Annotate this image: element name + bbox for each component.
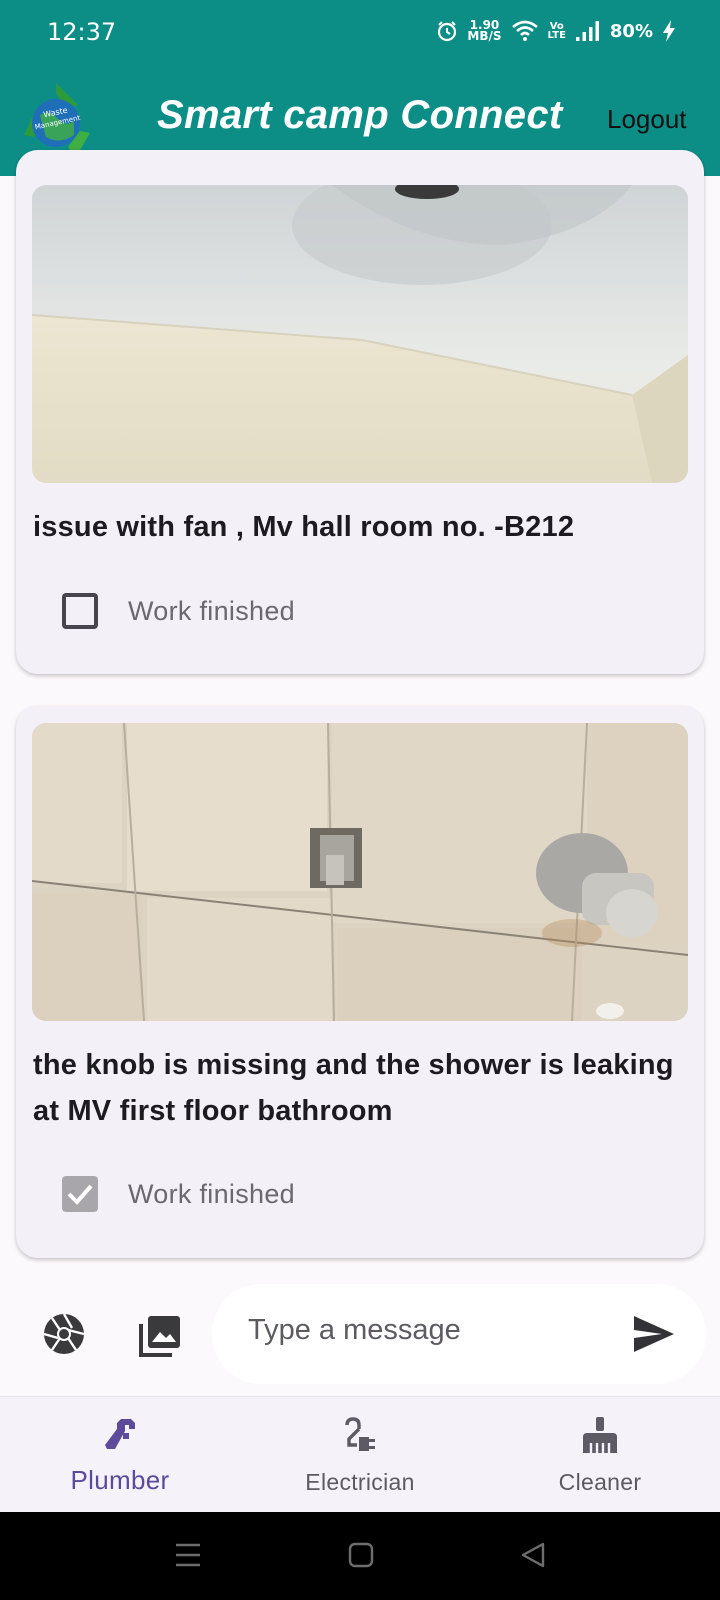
- status-time: 12:37: [47, 18, 117, 46]
- battery-percent: 80%: [609, 20, 653, 42]
- bottom-navigation: Plumber Electrician Cleaner: [0, 1396, 720, 1512]
- issue-description: the knob is missing and the shower is le…: [33, 1049, 674, 1127]
- nav-label-electrician: Electrician: [305, 1469, 415, 1495]
- plumbing-icon: [105, 1419, 135, 1449]
- status-icons: 1.90 MB/S Vo LTE 80%: [436, 16, 676, 46]
- nav-item-electrician[interactable]: Electrician: [240, 1397, 480, 1513]
- issue-photo: [32, 723, 688, 1021]
- work-finished-label: Work finished: [128, 595, 295, 626]
- issue-photo: [32, 185, 688, 483]
- home-icon[interactable]: [348, 1542, 374, 1568]
- cleaning-brush-icon: [583, 1417, 617, 1453]
- system-navigation-bar: [0, 1512, 720, 1600]
- recents-icon[interactable]: [174, 1542, 202, 1568]
- volte-indicator: Vo LTE: [547, 22, 566, 41]
- message-box: [212, 1284, 706, 1384]
- app-title: Smart camp Connect: [157, 93, 563, 137]
- wifi-icon: [511, 20, 538, 41]
- recycle-logo-icon: Waste Management: [24, 83, 90, 157]
- issue-card: the knob is missing and the shower is le…: [16, 706, 704, 1258]
- issue-description: issue with fan , Mv hall room no. -B212: [33, 511, 575, 543]
- back-icon[interactable]: [520, 1542, 546, 1568]
- status-bar: 12:37 1.90 MB/S Vo LTE 80%: [0, 0, 720, 64]
- work-finished-checkbox[interactable]: [62, 1176, 98, 1212]
- send-icon[interactable]: [632, 1314, 676, 1354]
- electrical-plug-icon: [345, 1417, 375, 1451]
- nav-item-plumber[interactable]: Plumber: [0, 1397, 240, 1513]
- nav-label-plumber: Plumber: [70, 1465, 170, 1495]
- logout-button[interactable]: Logout: [607, 104, 687, 135]
- check-icon: [67, 1184, 93, 1205]
- work-finished-row[interactable]: Work finished: [62, 1174, 295, 1214]
- camera-shutter-icon[interactable]: [42, 1312, 86, 1356]
- work-finished-row[interactable]: Work finished: [62, 591, 295, 631]
- signal-icon: [575, 21, 599, 41]
- work-finished-label: Work finished: [128, 1178, 295, 1209]
- nav-label-cleaner: Cleaner: [558, 1469, 642, 1495]
- network-speed: 1.90 MB/S: [467, 19, 502, 43]
- message-composer: [0, 1272, 720, 1388]
- issue-card: issue with fan , Mv hall room no. -B212 …: [16, 150, 704, 674]
- nav-item-cleaner[interactable]: Cleaner: [480, 1397, 720, 1513]
- message-input[interactable]: [248, 1314, 588, 1347]
- alarm-icon: [438, 21, 457, 42]
- volte-bottom: LTE: [547, 30, 566, 41]
- gallery-icon[interactable]: [138, 1314, 182, 1358]
- charging-icon: [663, 20, 675, 42]
- speed-unit: MB/S: [467, 29, 502, 43]
- work-finished-checkbox[interactable]: [62, 593, 98, 629]
